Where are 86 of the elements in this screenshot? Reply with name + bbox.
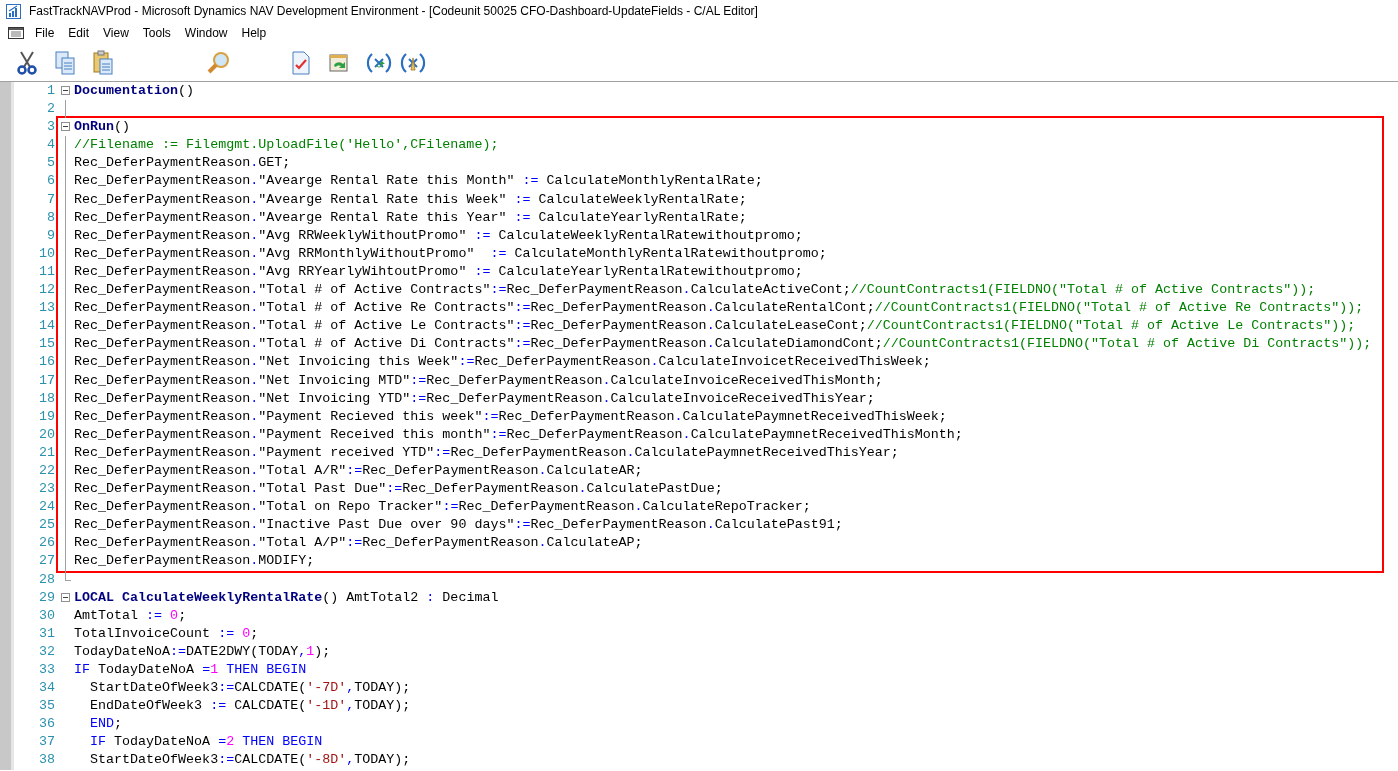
code-line: TodayDateNoA:=DATE2DWY(TODAY,1);: [74, 642, 331, 661]
line-number: 14: [39, 318, 55, 334]
code-line: Rec_DeferPaymentReason."Total A/P":=Rec_DeferPaymentReason.CalculateAP;: [74, 534, 643, 553]
code-line: END;: [89, 715, 123, 734]
line-number: 5: [47, 155, 55, 171]
line-number: 35: [39, 698, 55, 714]
collapse-icon[interactable]: [61, 86, 70, 95]
code-line: Rec_DeferPaymentReason."Avearge Rental Rate this Year" := CalculateYearlyRentalRate;: [74, 208, 747, 227]
code-line: Rec_DeferPaymentReason."Avearge Rental Rate this Month" := CalculateMonthlyRentalRate;: [74, 172, 763, 191]
line-number: 31: [39, 625, 55, 641]
menu-item[interactable]: Help: [234, 24, 274, 42]
line-number: 30: [39, 607, 55, 623]
line-number: 20: [39, 426, 55, 442]
line-number: 11: [39, 263, 55, 279]
code-line: Rec_DeferPaymentReason."Avg RRWeeklyWithoutPromo" := CalculateWeeklyRentalRatewithoutpromo;: [74, 226, 803, 245]
code-line: Rec_DeferPaymentReason."Total on Repo Tracker":=Rec_DeferPaymentReason.CalculateRepoTracker;: [74, 498, 811, 517]
code-line: Rec_DeferPaymentReason.GET;: [74, 154, 291, 173]
line-number: 4: [47, 137, 55, 153]
code-line: Rec_DeferPaymentReason."Total A/R":=Rec_DeferPaymentReason.CalculateAR;: [74, 461, 643, 480]
menu-item[interactable]: File: [28, 24, 62, 42]
code-line: Rec_DeferPaymentReason."Total Past Due":=Rec_DeferPaymentReason.CalculatePastDue;: [74, 480, 723, 499]
code-line: Documentation(): [74, 82, 195, 100]
code-line: EndDateOfWeek3 := CALCDATE('-1D',TODAY);: [89, 697, 411, 716]
line-number: 29: [39, 589, 55, 605]
line-number: 34: [39, 680, 55, 696]
code-line: Rec_DeferPaymentReason."Avg RRYearlyWihtoutPromo" := CalculateYearlyRentalRatewithoutpromo;: [74, 262, 803, 281]
code-line: Rec_DeferPaymentReason."Payment Received this month":=Rec_DeferPaymentReason.CalculatePaymnetReceivedThisMonth;: [74, 425, 963, 444]
menu-item[interactable]: Edit: [61, 24, 97, 42]
line-number: 16: [39, 354, 55, 370]
window-title: FastTrackNAVProd - Microsoft Dynamics NAV Development Environment - [Codeunit 50025 CFO-Dashboard-UpdateFields - C/AL Editor]: [29, 3, 758, 20]
code-line: Rec_DeferPaymentReason."Net Invoicing this Week":=Rec_DeferPaymentReason.CalculateInvoicetReceivedThisWeek;: [74, 353, 931, 372]
line-number: 33: [39, 662, 55, 677]
code-line: Rec_DeferPaymentReason.MODIFY;: [74, 552, 315, 571]
line-number: 8: [47, 209, 55, 225]
menu-item[interactable]: View: [96, 24, 136, 42]
line-number: 37: [39, 734, 55, 750]
code-line: Rec_DeferPaymentReason."Total # of Active Le Contracts":=Rec_DeferPaymentReason.CalculateLeaseCont;//CountContracts1(FIELDNO("Total # of Active Le Contracts"));: [74, 317, 1356, 336]
app-icon: [6, 3, 21, 19]
code-line: OnRun(): [74, 118, 131, 137]
code-line: IF TodayDateNoA =2 THEN BEGIN: [89, 733, 323, 752]
line-number: 22: [39, 462, 55, 478]
line-number: 12: [39, 282, 55, 298]
line-number: 23: [39, 481, 55, 497]
line-number: 2: [47, 101, 55, 117]
line-number: 36: [39, 716, 55, 732]
system-menu-icon[interactable]: [8, 27, 24, 39]
code-line: Rec_DeferPaymentReason."Total # of Active Re Contracts":=Rec_DeferPaymentReason.CalculateRentalCont;//CountContracts1(FIELDNO("Total # of Active Re Contracts"));: [74, 299, 1364, 318]
line-number: 32: [39, 643, 55, 659]
code-line: Rec_DeferPaymentReason."Payment received YTD":=Rec_DeferPaymentReason.CalculatePaymnetReceivedThisYear;: [74, 443, 899, 462]
line-number: 6: [47, 173, 55, 189]
code-line: TotalInvoiceCount := 0;: [74, 624, 259, 643]
code-line: Rec_DeferPaymentReason."Inactive Past Due over 90 days":=Rec_DeferPaymentReason.CalculatePast91;: [74, 516, 843, 535]
menu-item[interactable]: Tools: [135, 24, 178, 42]
line-number: 3: [47, 119, 55, 135]
code-line: Rec_DeferPaymentReason."Avg RRMonthlyWithoutPromo" := CalculateMonthlyRentalRatewithoutpromo;: [74, 244, 827, 263]
line-number: 10: [39, 245, 55, 261]
code-line: Rec_DeferPaymentReason."Net Invoicing MTD":=Rec_DeferPaymentReason.CalculateInvoiceReceivedThisMonth;: [74, 371, 883, 390]
collapse-icon[interactable]: [61, 122, 70, 132]
line-number: 1: [47, 83, 55, 98]
line-number: 38: [39, 752, 55, 768]
code-line: LOCAL CalculateWeeklyRentalRate() AmtTotal2 : Decimal: [74, 588, 499, 607]
line-number: 13: [39, 300, 55, 316]
code-line: Rec_DeferPaymentReason."Total # of Active Contracts":=Rec_DeferPaymentReason.CalculateActiveCont;//CountContracts1(FIELDNO("Total # of Active Contracts"));: [74, 281, 1316, 300]
line-number: 26: [39, 535, 55, 551]
line-number: 27: [39, 553, 55, 569]
code-line: Rec_DeferPaymentReason."Total # of Active Di Contracts":=Rec_DeferPaymentReason.CalculateDiamondCont;//CountContracts1(FIELDNO("Total # of Active Di Contracts"));: [74, 335, 1372, 354]
menu-item[interactable]: Window: [177, 24, 235, 42]
line-number: 17: [39, 372, 55, 388]
code-line: Rec_DeferPaymentReason."Avearge Rental Rate this Week" := CalculateWeeklyRentalRate;: [74, 190, 747, 209]
line-number: 28: [39, 571, 55, 587]
line-number: 21: [39, 444, 55, 460]
line-number: 19: [39, 408, 55, 424]
code-line: //Filename := Filemgmt.UploadFile('Hello',CFilename);: [74, 136, 499, 155]
line-number: 18: [39, 390, 55, 406]
line-number: 7: [47, 191, 55, 207]
code-line: StartDateOfWeek3:=CALCDATE('-8D',TODAY);: [89, 751, 411, 770]
code-line: IF TodayDateNoA =1 THEN BEGIN: [74, 661, 307, 679]
code-line: AmtTotal := 0;: [74, 606, 187, 625]
code-line: Rec_DeferPaymentReason."Net Invoicing YTD":=Rec_DeferPaymentReason.CalculateInvoiceReceivedThisYear;: [74, 389, 875, 408]
code-line: Rec_DeferPaymentReason."Payment Recieved this week":=Rec_DeferPaymentReason.CalculatePaymnetReceivedThisWeek;: [74, 407, 947, 426]
line-number: 9: [47, 227, 55, 243]
collapse-icon[interactable]: [61, 592, 70, 602]
line-number: 25: [39, 517, 55, 533]
line-number: 15: [39, 336, 55, 352]
line-number: 24: [39, 499, 55, 515]
code-line: StartDateOfWeek3:=CALCDATE('-7D',TODAY);: [89, 679, 411, 698]
